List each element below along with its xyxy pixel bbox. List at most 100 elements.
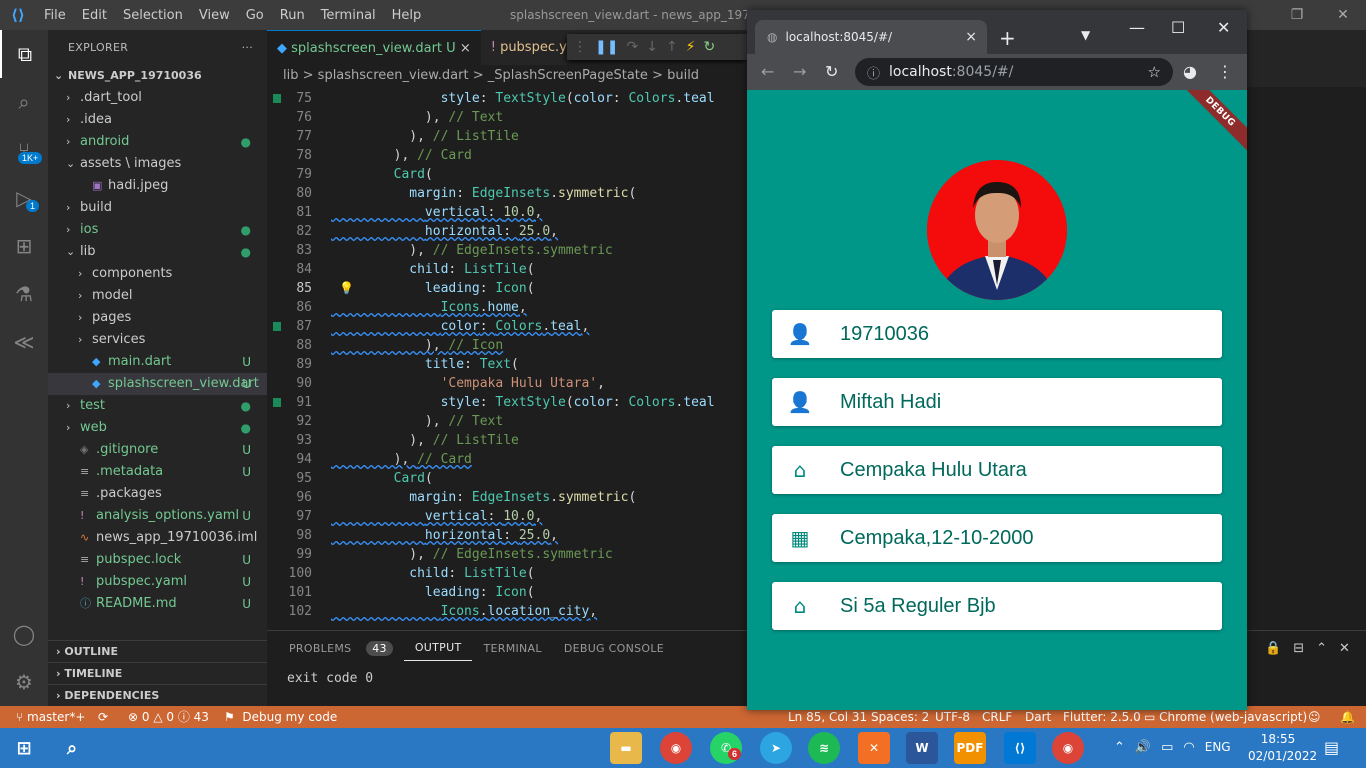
extensions-icon[interactable]: ⊞ xyxy=(0,222,48,270)
tree-item-news-app-19710036-iml[interactable]: ∿ news_app_19710036.iml xyxy=(48,527,267,549)
breadcrumb-class[interactable]: _SplashScreenPageState xyxy=(488,68,648,83)
tree-item-main-dart[interactable]: ◆ main.dart U xyxy=(48,351,267,373)
tree-item-components[interactable]: › components xyxy=(48,263,267,285)
menu-terminal[interactable]: Terminal xyxy=(313,8,384,23)
close-window-icon[interactable]: ✕ xyxy=(1320,0,1366,30)
word-icon[interactable]: W xyxy=(906,732,938,764)
tree-item-analysis-options-yaml[interactable]: ! analysis_options.yaml U xyxy=(48,505,267,527)
problems-status[interactable]: ⊗ 0 △ 0 ⓘ 43 xyxy=(128,706,209,728)
close-tab-icon[interactable]: × xyxy=(965,29,977,45)
bookmark-star-icon[interactable]: ☆ xyxy=(1148,63,1161,81)
clock[interactable]: 18:55 02/01/2022 xyxy=(1248,731,1317,765)
tree-item-readme-md[interactable]: ⓘ README.md U xyxy=(48,593,267,615)
telegram-icon[interactable]: ➤ xyxy=(760,732,792,764)
tree-item-splashscreen-view-dart[interactable]: ◆ splashscreen_view.dart U xyxy=(48,373,267,395)
tree-item-assets-images[interactable]: ⌄ assets \ images xyxy=(48,153,267,175)
site-info-icon[interactable]: ⓘ xyxy=(867,63,880,82)
minimap[interactable] xyxy=(1247,87,1366,630)
close-panel-icon[interactable]: ✕ xyxy=(1339,641,1350,706)
vscode-icon[interactable]: ⟨⟩ xyxy=(1004,732,1036,764)
close-tab-icon[interactable]: × xyxy=(460,41,471,56)
step-out-icon[interactable]: ↑ xyxy=(666,39,678,55)
pause-icon[interactable]: ❚❚ xyxy=(595,39,618,55)
tree-item-hadi-jpeg[interactable]: ▣ hadi.jpeg xyxy=(48,175,267,197)
pdf-icon[interactable]: PDF xyxy=(954,732,986,764)
tree-item-pubspec-yaml[interactable]: ! pubspec.yaml U xyxy=(48,571,267,593)
tab-search-icon[interactable]: ▼ xyxy=(1081,28,1090,42)
lock-icon[interactable]: 🔒 xyxy=(1265,641,1281,706)
breadcrumb-file[interactable]: splashscreen_view.dart xyxy=(318,68,469,83)
more-actions-icon[interactable]: ··· xyxy=(242,30,253,65)
browser-tab[interactable]: ◍ localhost:8045/#/ × xyxy=(755,20,987,54)
close-browser-icon[interactable]: ✕ xyxy=(1217,18,1230,37)
tree-item-lib[interactable]: ⌄ lib ● xyxy=(48,241,267,263)
source-control-icon[interactable]: ⑂ 1K+ xyxy=(0,126,48,174)
tree-item-metadata[interactable]: ≡ .metadata U xyxy=(48,461,267,483)
back-icon[interactable]: ← xyxy=(761,62,774,81)
code-editor[interactable]: 75 style: TextStyle(color: Colors.teal 76… xyxy=(267,87,747,627)
account-icon[interactable]: ◯ xyxy=(0,610,48,658)
lightbulb-icon[interactable]: 💡 xyxy=(339,281,354,295)
action-center-icon[interactable]: ▤ xyxy=(1324,738,1339,757)
tree-item-pages[interactable]: › pages xyxy=(48,307,267,329)
forward-icon[interactable]: → xyxy=(793,62,806,81)
profile-icon[interactable]: ◕ xyxy=(1183,62,1197,81)
tree-item-ios[interactable]: › ios ● xyxy=(48,219,267,241)
menu-go[interactable]: Go xyxy=(238,8,272,23)
restore-icon[interactable]: ❐ xyxy=(1274,0,1320,30)
sync-icon[interactable]: ⟳ xyxy=(98,706,108,728)
language-indicator[interactable]: ENG xyxy=(1205,740,1231,755)
explorer-icon[interactable]: ⧉ xyxy=(0,30,48,78)
tree-item-gitignore[interactable]: ◈ .gitignore U xyxy=(48,439,267,461)
git-branch[interactable]: ⑂ master*+ xyxy=(16,706,85,728)
restart-icon[interactable]: ↻ xyxy=(704,39,716,55)
address-bar[interactable]: ⓘ localhost:8045/#/ ☆ xyxy=(855,58,1173,86)
menu-view[interactable]: View xyxy=(191,8,238,23)
tree-item-build[interactable]: › build xyxy=(48,197,267,219)
timeline-section[interactable]: › TIMELINE xyxy=(48,662,267,684)
tree-item-idea[interactable]: › .idea xyxy=(48,109,267,131)
info-card[interactable]: ⌂ Cempaka Hulu Utara xyxy=(772,446,1222,494)
reload-icon[interactable]: ↻ xyxy=(825,62,838,81)
info-card[interactable]: 👤 Miftah Hadi xyxy=(772,378,1222,426)
outline-section[interactable]: › OUTLINE xyxy=(48,640,267,662)
testing-icon[interactable]: ⚗ xyxy=(0,270,48,318)
file-explorer-icon[interactable]: ▬ xyxy=(610,732,642,764)
maximize-panel-icon[interactable]: ⌃ xyxy=(1316,641,1327,706)
menu-selection[interactable]: Selection xyxy=(115,8,191,23)
tab-splashscreen[interactable]: ◆ splashscreen_view.dart U × xyxy=(267,30,481,65)
tab-problems[interactable]: PROBLEMS 43 xyxy=(267,640,404,656)
tree-item-dart-tool[interactable]: › .dart_tool xyxy=(48,87,267,109)
maximize-icon[interactable]: ☐ xyxy=(1171,18,1185,37)
search-icon[interactable]: ⌕ xyxy=(56,732,88,764)
remote-icon[interactable]: ≪ xyxy=(0,318,48,366)
breadcrumb-method[interactable]: build xyxy=(667,68,699,83)
battery-icon[interactable]: ▭ xyxy=(1161,740,1173,755)
tree-item-test[interactable]: › test ● xyxy=(48,395,267,417)
debug-status[interactable]: ⚑ Debug my code xyxy=(224,706,337,728)
volume-icon[interactable]: 🔊 xyxy=(1135,740,1151,755)
wifi-icon[interactable]: ◠ xyxy=(1183,740,1194,755)
notifications-icon[interactable]: 🔔 xyxy=(1340,706,1355,728)
dependencies-section[interactable]: › DEPENDENCIES xyxy=(48,684,267,706)
tab-terminal[interactable]: TERMINAL xyxy=(472,642,552,655)
menu-edit[interactable]: Edit xyxy=(74,8,115,23)
xampp-icon[interactable]: ✕ xyxy=(858,732,890,764)
tree-item-packages[interactable]: ≡ .packages xyxy=(48,483,267,505)
windows-start-icon[interactable]: ⊞ xyxy=(8,732,40,764)
info-card[interactable]: ⌂ Si 5a Reguler Bjb xyxy=(772,582,1222,630)
spotify-icon[interactable]: ≋ xyxy=(808,732,840,764)
menu-help[interactable]: Help xyxy=(384,8,430,23)
tree-item-web[interactable]: › web ● xyxy=(48,417,267,439)
tree-item-android[interactable]: › android ● xyxy=(48,131,267,153)
tab-output[interactable]: OUTPUT xyxy=(403,641,473,661)
menu-run[interactable]: Run xyxy=(272,8,313,23)
step-into-icon[interactable]: ↓ xyxy=(646,39,658,55)
tree-item-pubspec-lock[interactable]: ≡ pubspec.lock U xyxy=(48,549,267,571)
info-card[interactable]: 👤 19710036 xyxy=(772,310,1222,358)
info-card[interactable]: ▦ Cempaka,12-10-2000 xyxy=(772,514,1222,562)
chrome-icon[interactable]: ◉ xyxy=(660,732,692,764)
whatsapp-icon[interactable]: ✆ 6 xyxy=(710,732,742,764)
feedback-icon[interactable]: ☺ xyxy=(1308,706,1321,728)
minimize-icon[interactable]: — xyxy=(1129,18,1145,37)
